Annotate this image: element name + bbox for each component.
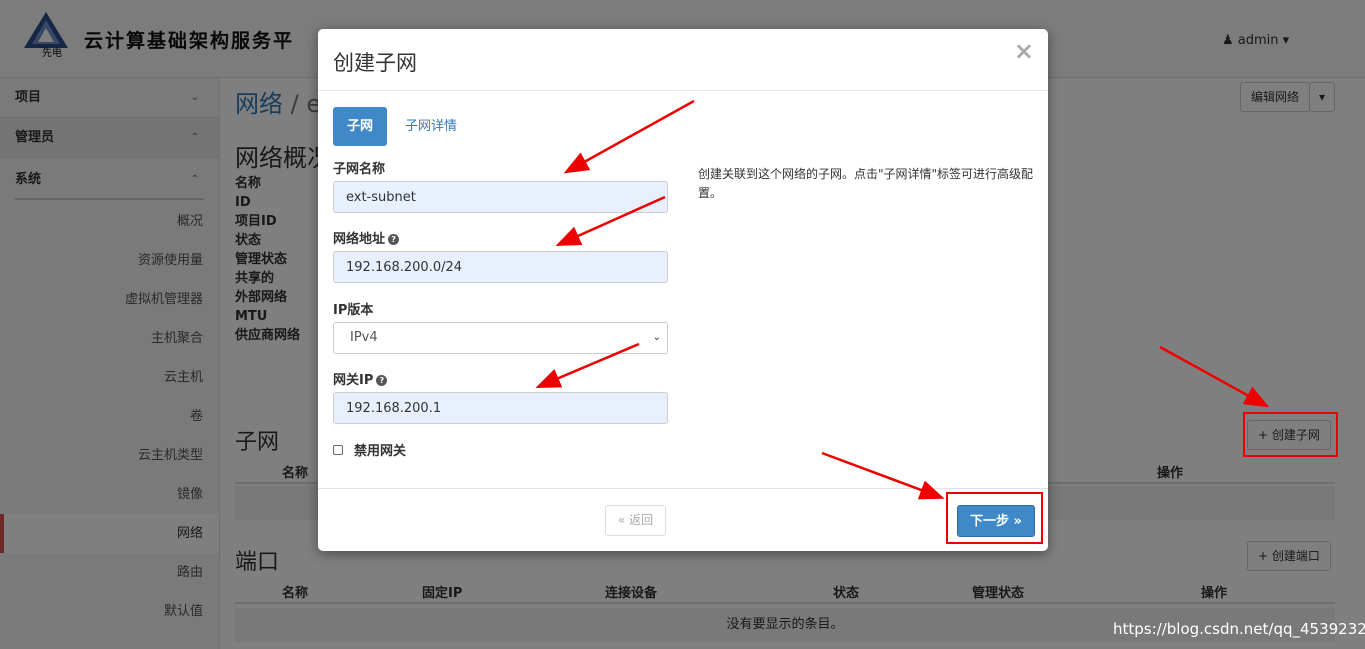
network-address-label: 网络地址? — [333, 228, 400, 247]
help-icon[interactable]: ? — [388, 234, 400, 245]
modal-tabs: 子网 子网详情 — [333, 107, 471, 146]
annotation-highlight-box — [1243, 412, 1338, 457]
modal-footer: « 返回 下一步 » — [318, 488, 1048, 551]
disable-gateway-row: 禁用网关 — [333, 440, 406, 459]
close-icon[interactable]: × — [1014, 37, 1034, 65]
modal-title: 创建子网 — [333, 51, 417, 75]
network-address-input[interactable] — [333, 251, 668, 283]
gateway-ip-label: 网关IP? — [333, 369, 388, 388]
annotation-highlight-box — [946, 492, 1043, 544]
back-button[interactable]: « 返回 — [605, 505, 667, 536]
disable-gateway-label[interactable]: 禁用网关 — [354, 440, 406, 459]
create-subnet-modal: 创建子网 × 子网 子网详情 子网名称 网络地址? IP版本 IPv4 ⌄ 网关… — [318, 29, 1048, 551]
ip-version-label: IP版本 — [333, 303, 374, 318]
ip-version-select[interactable]: IPv4 ⌄ — [333, 322, 668, 354]
subnet-name-input[interactable] — [333, 181, 668, 213]
watermark: https://blog.csdn.net/qq_45392321 — [1113, 620, 1365, 638]
disable-gateway-checkbox[interactable] — [333, 444, 343, 455]
chevron-down-icon: ⌄ — [652, 332, 661, 343]
help-text: 创建关联到这个网络的子网。点击"子网详情"标签可进行高级配置。 — [698, 167, 1034, 200]
help-icon[interactable]: ? — [376, 375, 388, 386]
subnet-name-label: 子网名称 — [333, 162, 386, 177]
modal-header: 创建子网 × — [318, 29, 1048, 91]
tab-subnet-details[interactable]: 子网详情 — [391, 107, 471, 146]
gateway-ip-input[interactable] — [333, 392, 668, 424]
tab-subnet[interactable]: 子网 — [333, 107, 388, 146]
